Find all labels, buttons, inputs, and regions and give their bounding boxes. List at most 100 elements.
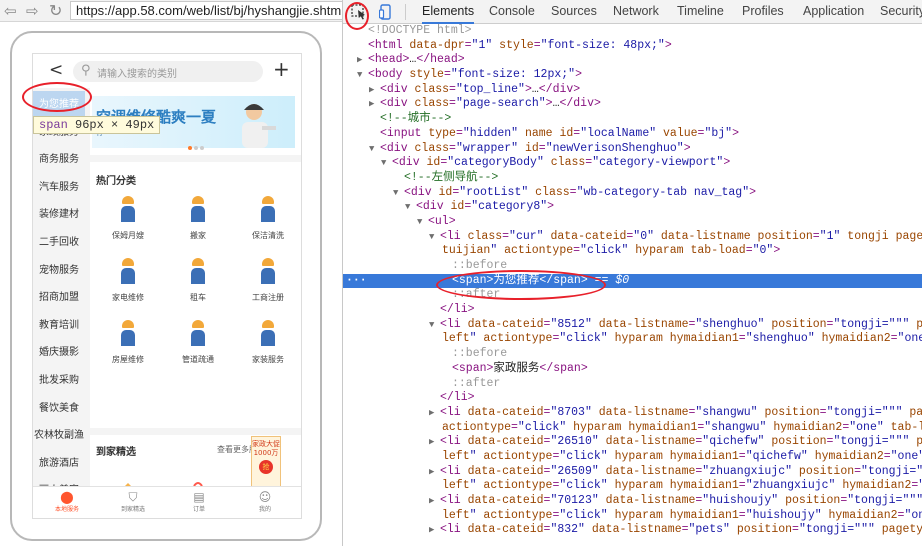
promo-line2: 1000万	[253, 449, 279, 457]
dom-node[interactable]: ▼ <div id="category8">	[343, 200, 922, 215]
dom-node[interactable]: ▶ <div class="top_line">…</div>	[343, 83, 922, 98]
expand-triangle-icon[interactable]: ▶	[369, 97, 380, 112]
worker-illustration	[242, 104, 276, 148]
expand-triangle-icon[interactable]: ▶	[429, 435, 440, 450]
category-tile[interactable]: 搬家	[168, 196, 228, 241]
expand-triangle-icon[interactable]: ▶	[357, 53, 368, 68]
dom-node[interactable]: ▶ <head>…</head>	[343, 53, 922, 68]
dom-node[interactable]: tuijian" actiontype="click" hyparam tab-…	[343, 244, 922, 259]
category-tile[interactable]: 管道疏通	[168, 320, 228, 365]
category-tile[interactable]: 家电维修	[98, 258, 158, 303]
dom-node[interactable]: ▼ <li data-cateid="8512" data-listname="s…	[343, 318, 922, 333]
dom-node[interactable]: ▶ <li data-cateid="70123" data-listname="…	[343, 494, 922, 509]
bottom-tab[interactable]: ⛉ 到家精选	[105, 489, 161, 514]
promo-badge[interactable]: 家政大促 1000万 抢	[251, 436, 281, 488]
promo-grab-icon: 抢	[259, 460, 273, 474]
dom-node[interactable]: left" actiontype="click" hyparam hymaidi…	[343, 450, 922, 465]
reload-icon[interactable]: ↻	[49, 0, 62, 22]
expand-triangle-icon[interactable]: ▶	[369, 83, 380, 98]
dom-node[interactable]: ::before	[343, 347, 922, 362]
sidebar-item[interactable]: 商务服务	[33, 146, 85, 173]
devtools-tab[interactable]: Application	[803, 0, 864, 24]
back-arrow-icon[interactable]: ⇦	[4, 0, 17, 22]
dom-node[interactable]: <html data-dpr="1" style="font-size: 48p…	[343, 39, 922, 54]
dom-node[interactable]: ::after	[343, 288, 922, 303]
dom-node[interactable]: ▶ <li data-cateid="8703" data-listname="s…	[343, 406, 922, 421]
category-tile[interactable]: 保姆月嫂	[98, 196, 158, 241]
dom-node[interactable]: ▼ <div id="categoryBody" class="category-…	[343, 156, 922, 171]
dom-node[interactable]: <!--城市-->	[343, 112, 922, 127]
address-bar[interactable]: https://app.58.com/web/list/bj/hyshangji…	[70, 1, 342, 20]
sidebar-item[interactable]: 餐饮美食	[33, 395, 85, 422]
expand-triangle-icon[interactable]: ▼	[393, 186, 404, 201]
dom-node[interactable]: <!DOCTYPE html>	[343, 24, 922, 39]
sidebar-item[interactable]: 教育培训	[33, 312, 85, 339]
expand-triangle-icon[interactable]: ▶	[429, 494, 440, 509]
category-tile[interactable]: 工商注册	[238, 258, 298, 303]
sidebar-item[interactable]: 招商加盟	[33, 284, 85, 311]
dom-node[interactable]: </li>	[343, 391, 922, 406]
dom-node[interactable]: ▶ <li data-cateid="832" data-listname="pe…	[343, 523, 922, 538]
devtools-tab[interactable]: Profiles	[742, 0, 784, 24]
bottom-tab[interactable]: ⬤ 本地服务	[39, 489, 95, 514]
expand-triangle-icon[interactable]: ▼	[381, 156, 392, 171]
dom-node[interactable]: <input type="hidden" name id="localName"…	[343, 127, 922, 142]
devtools-tab[interactable]: Console	[489, 0, 535, 24]
dom-node[interactable]: ▼ <li class="cur" data-cateid="0" data-li…	[343, 230, 922, 245]
category-tile[interactable]: 房屋维修	[98, 320, 158, 365]
search-input[interactable]: ⚲ 请输入搜索的类别	[73, 61, 263, 82]
sidebar-item[interactable]: 旅游酒店	[33, 450, 85, 477]
dom-node[interactable]: ▶ <li data-cateid="26510" data-listname="…	[343, 435, 922, 450]
dom-node[interactable]: <span>家政服务</span>	[343, 362, 922, 377]
dom-node[interactable]: actiontype="click" hyparam hymaidian1="s…	[343, 421, 922, 436]
selected-dom-node[interactable]: ··· <span>为您推荐</span> == $0	[343, 273, 922, 289]
expand-triangle-icon[interactable]: ▼	[357, 68, 368, 83]
chevron-left-icon[interactable]: <	[49, 61, 63, 79]
dom-node[interactable]: ▼ <ul>	[343, 215, 922, 230]
dom-node[interactable]: ::before	[343, 259, 922, 274]
sidebar-item[interactable]: 装修建材	[33, 201, 85, 228]
forward-arrow-icon[interactable]: ⇨	[26, 0, 39, 22]
expand-triangle-icon[interactable]: ▶	[429, 406, 440, 421]
dom-node[interactable]: ▼ <div id="rootList" class="wb-category-t…	[343, 186, 922, 201]
toolbar-separator	[405, 4, 406, 20]
expand-triangle-icon[interactable]: ▶	[429, 523, 440, 538]
sidebar-item[interactable]: 批发采购	[33, 367, 85, 394]
sidebar-item[interactable]: 农林牧副渔	[33, 422, 85, 449]
dom-node[interactable]: <!--左侧导航-->	[343, 171, 922, 186]
tab-label: 本地服务	[54, 506, 79, 513]
dom-node[interactable]: ▼ <div class="wrapper" id="newVerisonShen…	[343, 142, 922, 157]
expand-triangle-icon[interactable]: ▼	[429, 230, 440, 245]
devtools-tab[interactable]: Sources	[551, 0, 597, 24]
dom-node[interactable]: </li>	[343, 303, 922, 318]
category-tile[interactable]: 保洁清洗	[238, 196, 298, 241]
dom-node[interactable]: left" actiontype="click" hyparam hymaidi…	[343, 332, 922, 347]
expand-triangle-icon[interactable]: ▼	[429, 318, 440, 333]
category-tile[interactable]: 家装服务	[238, 320, 298, 365]
sidebar-item[interactable]: 二手回收	[33, 229, 85, 256]
devtools-tab[interactable]: Network	[613, 0, 659, 24]
sidebar-item[interactable]: 宠物服务	[33, 257, 85, 284]
dom-node[interactable]: left" actiontype="click" hyparam hymaidi…	[343, 479, 922, 494]
expand-triangle-icon[interactable]: ▼	[369, 142, 380, 157]
devtools-tab[interactable]: Security	[880, 0, 922, 24]
bottom-tab[interactable]: ☺ 我的	[237, 489, 293, 514]
plus-icon[interactable]: +	[273, 57, 290, 81]
expand-triangle-icon[interactable]: ▼	[405, 200, 416, 215]
dom-node[interactable]: ::after	[343, 377, 922, 392]
sidebar-item[interactable]: 汽车服务	[33, 174, 85, 201]
bottom-tab[interactable]: ▤ 订单	[171, 489, 227, 514]
dom-node[interactable]: left" actiontype="click" hyparam hymaidi…	[343, 509, 922, 524]
devtools-tab[interactable]: Elements	[422, 0, 475, 24]
search-placeholder: 请输入搜索的类别	[97, 69, 177, 80]
sidebar-item[interactable]: 婚庆摄影	[33, 339, 85, 366]
devtools-tab[interactable]: Timeline	[677, 0, 724, 24]
category-tile[interactable]: 租车	[168, 258, 228, 303]
dom-node[interactable]: ▼ <body style="font-size: 12px;">	[343, 68, 922, 83]
dom-node[interactable]: ▶ <div class="page-search">…</div>	[343, 97, 922, 112]
dom-node[interactable]: ▶ <li data-cateid="26509" data-listname="…	[343, 465, 922, 480]
device-toggle-icon[interactable]	[379, 4, 393, 20]
expand-triangle-icon[interactable]: ▶	[429, 465, 440, 480]
dom-tree: <!DOCTYPE html> <html data-dpr="1" style=…	[343, 24, 922, 546]
expand-triangle-icon[interactable]: ▼	[417, 215, 428, 230]
